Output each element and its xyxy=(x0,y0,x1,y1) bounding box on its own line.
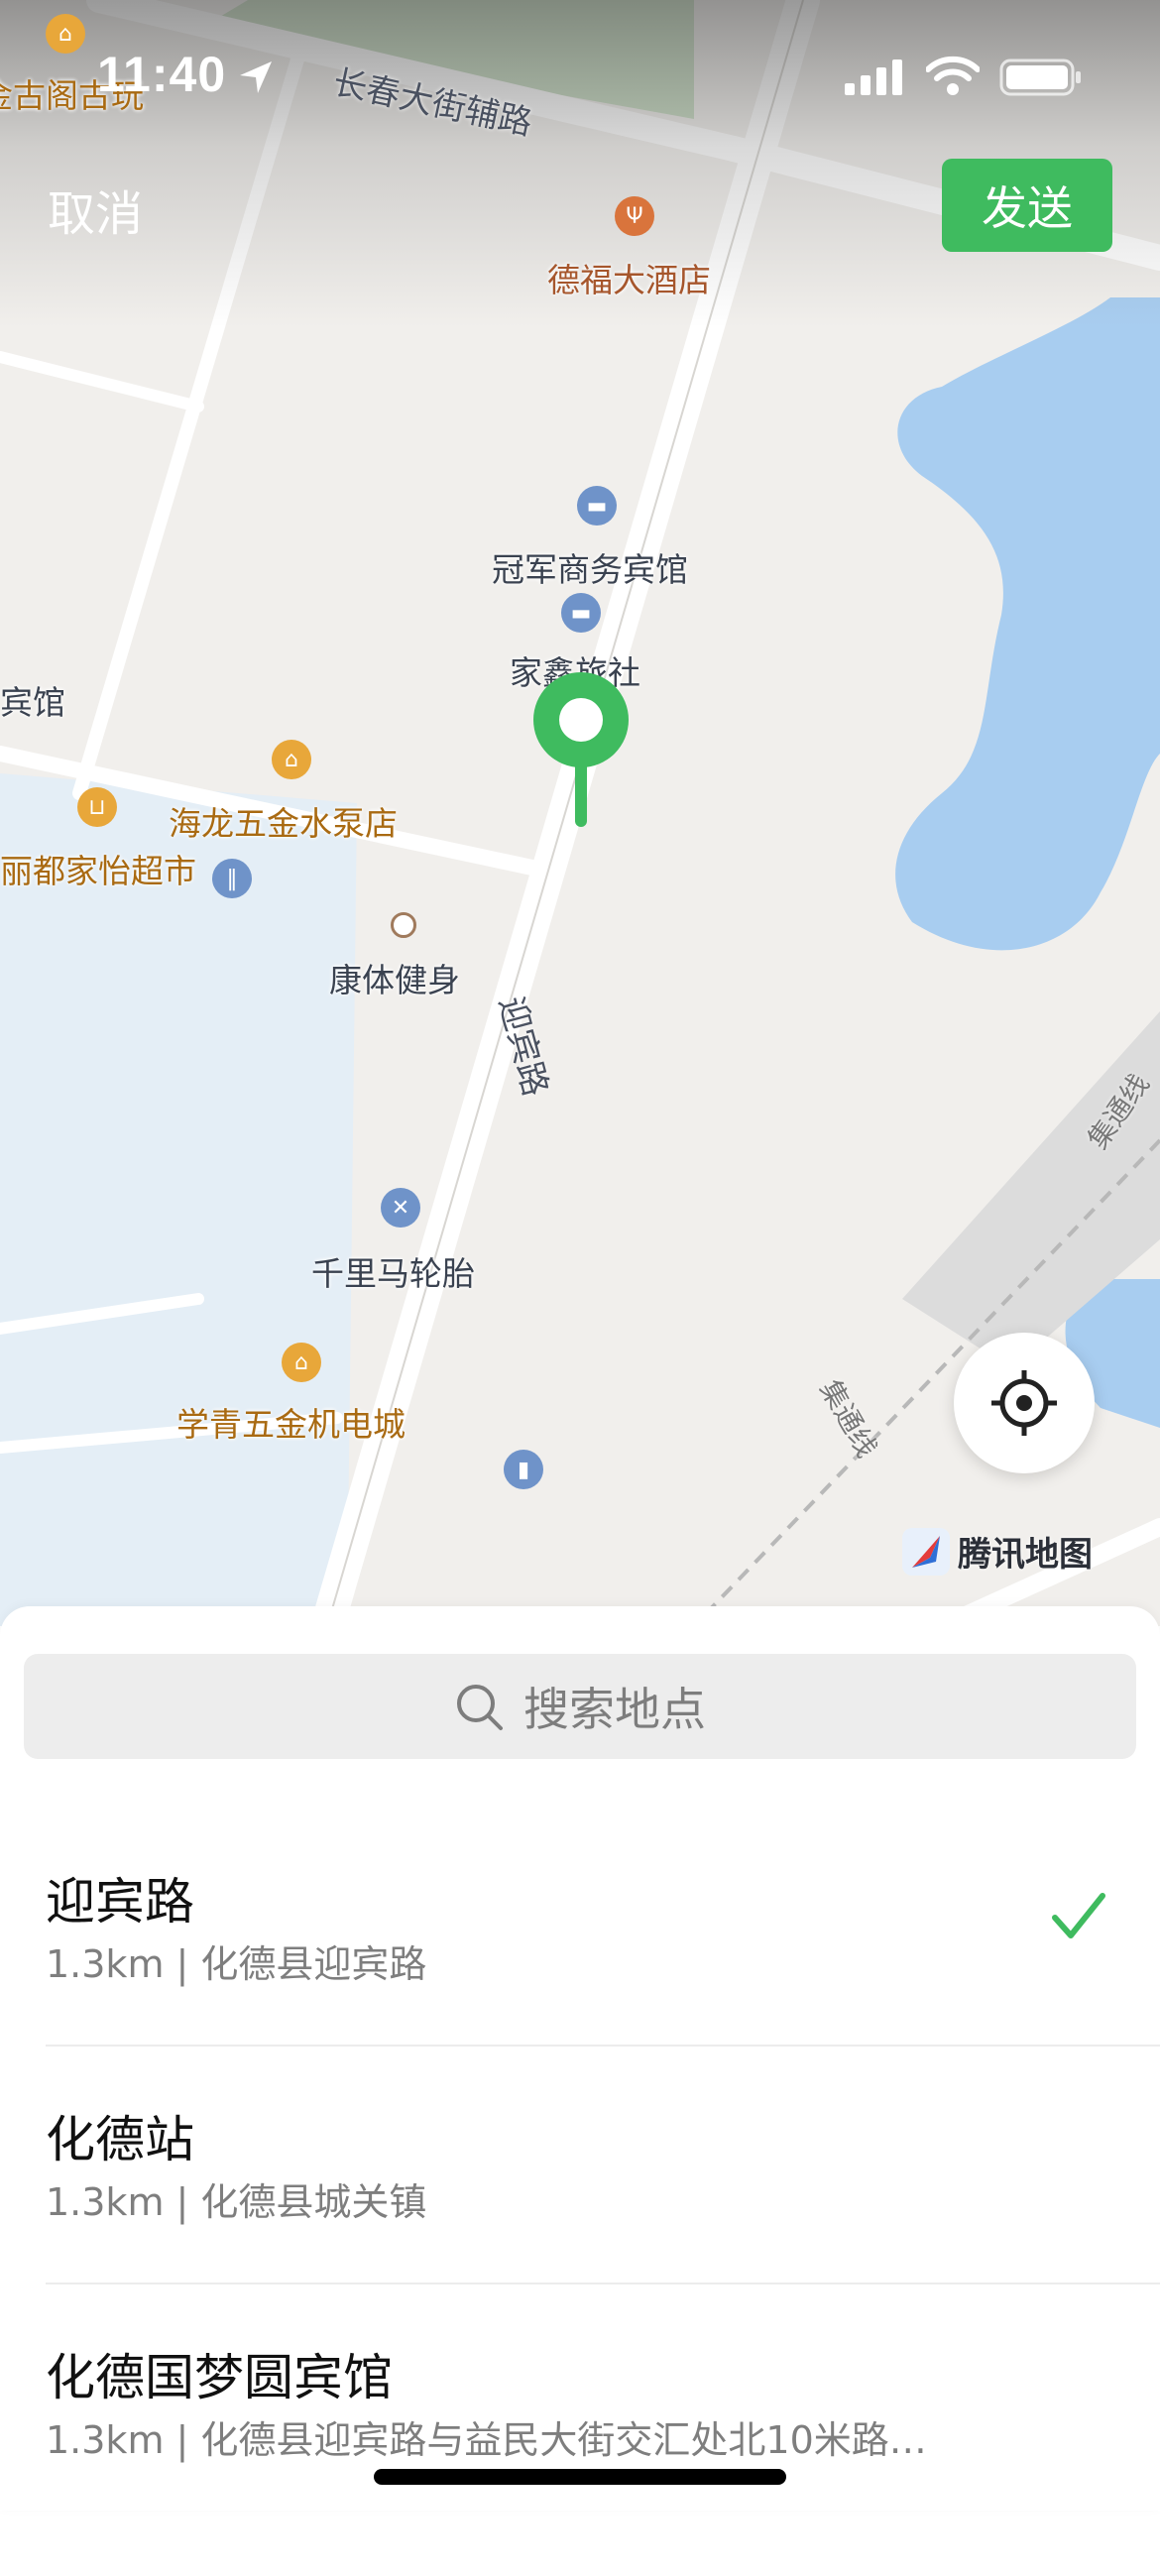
result-subtitle: 1.3km | 化德县迎宾路 xyxy=(46,1942,427,1986)
poi-label[interactable]: 德福大酒店 xyxy=(547,254,711,301)
hotel-icon: ▬ xyxy=(577,486,617,526)
signal-icon xyxy=(845,59,902,95)
shop-icon: ⌂ xyxy=(282,1343,321,1382)
home-indicator xyxy=(374,2469,786,2485)
location-arrow-icon xyxy=(240,61,272,93)
status-time: 11:40 xyxy=(97,47,227,102)
map-provider-logo: 腾讯地图 xyxy=(902,1527,1093,1576)
restaurant-icon: Ψ xyxy=(615,196,654,236)
result-title: 迎宾路 xyxy=(46,1873,194,1931)
poi-label[interactable]: 康体健身 xyxy=(329,954,460,1001)
shop-icon: ⌂ xyxy=(272,740,311,779)
list-item[interactable]: 化德国梦圆宾馆 1.3km | 化德县迎宾路与益民大街交汇处北10米路… xyxy=(46,2338,1160,2576)
poi-label[interactable]: 宾馆 xyxy=(0,676,65,724)
dot-icon xyxy=(391,912,416,938)
cart-icon: ⊔ xyxy=(77,787,117,827)
divider xyxy=(46,2283,1160,2284)
poi-label[interactable]: 千里马轮胎 xyxy=(311,1247,475,1295)
poi-label[interactable]: 海龙五金水泵店 xyxy=(169,797,398,845)
repair-icon: ✕ xyxy=(381,1188,420,1228)
map-provider-name: 腾讯地图 xyxy=(958,1535,1093,1575)
poi-label[interactable]: 丽都家怡超市 xyxy=(0,845,196,892)
fuel-icon: ▮ xyxy=(504,1450,543,1489)
send-button[interactable]: 发送 xyxy=(942,159,1112,252)
result-subtitle: 1.3km | 化德县迎宾路与益民大街交汇处北10米路… xyxy=(46,2418,927,2462)
search-icon xyxy=(457,1685,503,1730)
fork-knife-icon: ‖ xyxy=(212,859,252,898)
list-item[interactable]: 迎宾路 1.3km | 化德县迎宾路 xyxy=(46,1862,1160,2100)
wifi-icon xyxy=(926,56,980,95)
my-location-button[interactable] xyxy=(954,1333,1095,1473)
status-bar: 11:40 xyxy=(0,0,1160,149)
result-title: 化德站 xyxy=(46,2111,194,2168)
crosshair-icon xyxy=(991,1370,1057,1436)
poi-label[interactable]: 学青五金机电城 xyxy=(176,1398,406,1446)
cancel-button[interactable]: 取消 xyxy=(48,175,143,244)
checkmark-icon xyxy=(1052,1893,1105,1938)
search-placeholder: 搜索地点 xyxy=(523,1683,706,1736)
tencent-map-icon xyxy=(902,1527,950,1576)
list-item[interactable]: 化德站 1.3km | 化德县城关镇 xyxy=(46,2100,1160,2338)
search-input[interactable]: 搜索地点 xyxy=(24,1654,1136,1759)
divider xyxy=(46,2045,1160,2047)
result-subtitle: 1.3km | 化德县城关镇 xyxy=(46,2180,427,2224)
location-pin-icon xyxy=(533,672,629,827)
hotel-icon: ▬ xyxy=(561,593,601,633)
result-title: 化德国梦圆宾馆 xyxy=(46,2349,393,2406)
poi-label[interactable]: 冠军商务宾馆 xyxy=(492,543,688,591)
battery-icon xyxy=(999,59,1081,96)
